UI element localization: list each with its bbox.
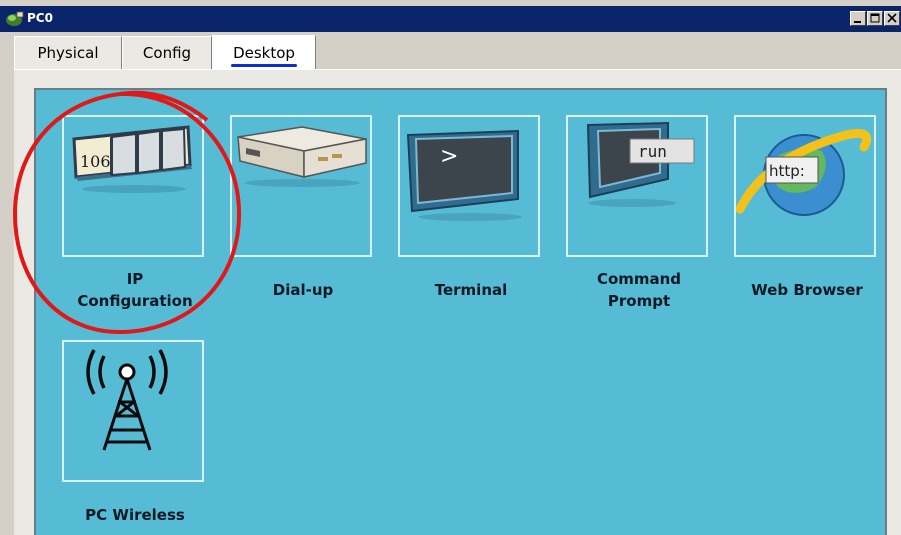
svg-text:>: > xyxy=(440,144,458,169)
app-label: Command Prompt xyxy=(546,268,732,312)
wireless-tower-icon xyxy=(86,349,168,451)
app-label-line2: Dial-up xyxy=(272,281,334,299)
app-label-line2: Configuration xyxy=(77,292,193,310)
maximize-icon xyxy=(870,13,880,23)
title-bar[interactable]: PC0 xyxy=(0,6,901,32)
active-tab-underline xyxy=(231,63,297,67)
app-tile[interactable]: run xyxy=(566,115,708,257)
svg-text:106: 106 xyxy=(80,152,111,171)
tab-config-label: Config xyxy=(142,44,192,62)
app-label: Web Browser xyxy=(714,279,900,301)
pc-app-icon xyxy=(6,11,24,26)
desktop-area: 106 IP Configuration Dial-up > Terminal … xyxy=(34,88,887,535)
app-tile[interactable]: 106 xyxy=(62,115,204,257)
tab-config[interactable]: Config xyxy=(122,36,212,69)
app-label: IP Configuration xyxy=(42,268,228,312)
command-prompt-icon: run xyxy=(586,121,695,207)
tab-desktop[interactable]: Desktop xyxy=(212,35,316,69)
ip-configuration-icon: 106 xyxy=(72,125,192,193)
svg-text:run: run xyxy=(638,142,667,161)
window-title: PC0 xyxy=(27,11,53,25)
tab-desktop-label: Desktop xyxy=(233,43,295,62)
app-label-line1: Command xyxy=(596,270,682,288)
maximize-button[interactable] xyxy=(867,11,883,26)
app-tile[interactable]: > xyxy=(398,115,540,257)
close-icon xyxy=(887,13,897,23)
app-tile[interactable] xyxy=(230,115,372,257)
app-label-line2: Web Browser xyxy=(751,281,863,299)
terminal-icon: > xyxy=(406,129,522,221)
close-button[interactable] xyxy=(884,11,900,26)
dialup-modem-icon xyxy=(237,126,367,187)
app-label-line2: PC Wireless xyxy=(85,506,185,524)
minimize-button[interactable] xyxy=(850,11,866,26)
tab-physical[interactable]: Physical xyxy=(14,36,122,69)
app-label: PC Wireless xyxy=(42,504,228,526)
app-label-line2: Terminal xyxy=(434,281,508,299)
pc0-window: PC0 Physical Config Desktop 106 IP Confi… xyxy=(0,0,901,535)
svg-text:http:: http: xyxy=(769,162,805,180)
app-label-line2: Prompt xyxy=(607,292,671,310)
app-tile[interactable]: http: xyxy=(734,115,876,257)
app-label-line1: IP xyxy=(126,270,144,288)
app-tile[interactable] xyxy=(62,340,204,482)
tab-physical-label: Physical xyxy=(37,44,99,62)
app-label: Terminal xyxy=(378,279,564,301)
minimize-icon xyxy=(854,21,861,23)
web-browser-icon: http: xyxy=(736,129,872,216)
app-label: Dial-up xyxy=(210,279,396,301)
